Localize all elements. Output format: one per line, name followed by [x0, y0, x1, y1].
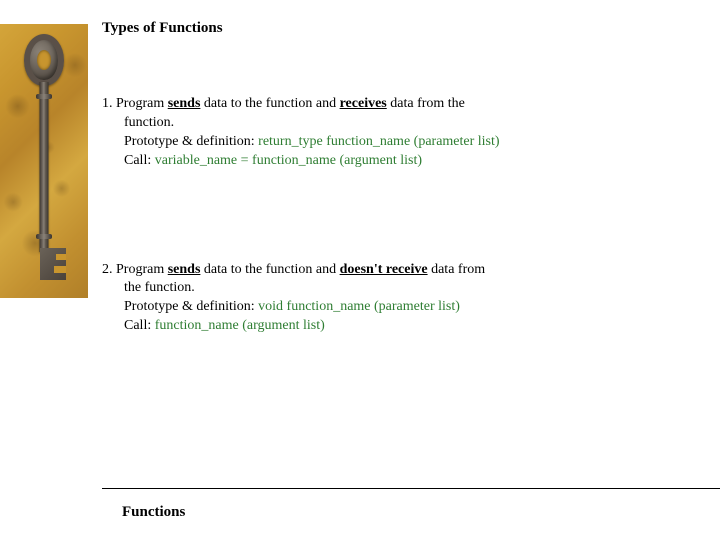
code-proto: return_type function_name (parameter lis… [258, 134, 499, 149]
emphasis-doesnt-receive: doesn't receive [340, 262, 428, 277]
footer-divider [102, 488, 720, 489]
list-item: 2. Program sends data to the function an… [102, 261, 700, 337]
emphasis-receives: receives [340, 96, 387, 111]
item1-line2: function. [102, 114, 700, 133]
slide-title: Types of Functions [102, 20, 700, 37]
code-proto: void function_name (parameter list) [258, 299, 460, 314]
footer-label: Functions [122, 504, 185, 521]
item2-proto: Prototype & definition: void function_na… [102, 298, 700, 317]
item1-proto: Prototype & definition: return_type func… [102, 133, 700, 152]
item2-call: Call: function_name (argument list) [102, 317, 700, 336]
item2-line1: 2. Program sends data to the function an… [102, 261, 700, 280]
item1-call: Call: variable_name = function_name (arg… [102, 152, 700, 171]
item2-line2: the function. [102, 279, 700, 298]
list-item: 1. Program sends data to the function an… [102, 95, 700, 171]
sidebar-key-image [0, 24, 88, 298]
code-call: function_name (argument list) [155, 318, 325, 333]
emphasis-sends: sends [168, 262, 201, 277]
code-call: variable_name = function_name (argument … [155, 153, 422, 168]
item1-line1: 1. Program sends data to the function an… [102, 95, 700, 114]
slide-content: Types of Functions 1. Program sends data… [102, 20, 700, 426]
key-icon [24, 34, 64, 288]
emphasis-sends: sends [168, 96, 201, 111]
